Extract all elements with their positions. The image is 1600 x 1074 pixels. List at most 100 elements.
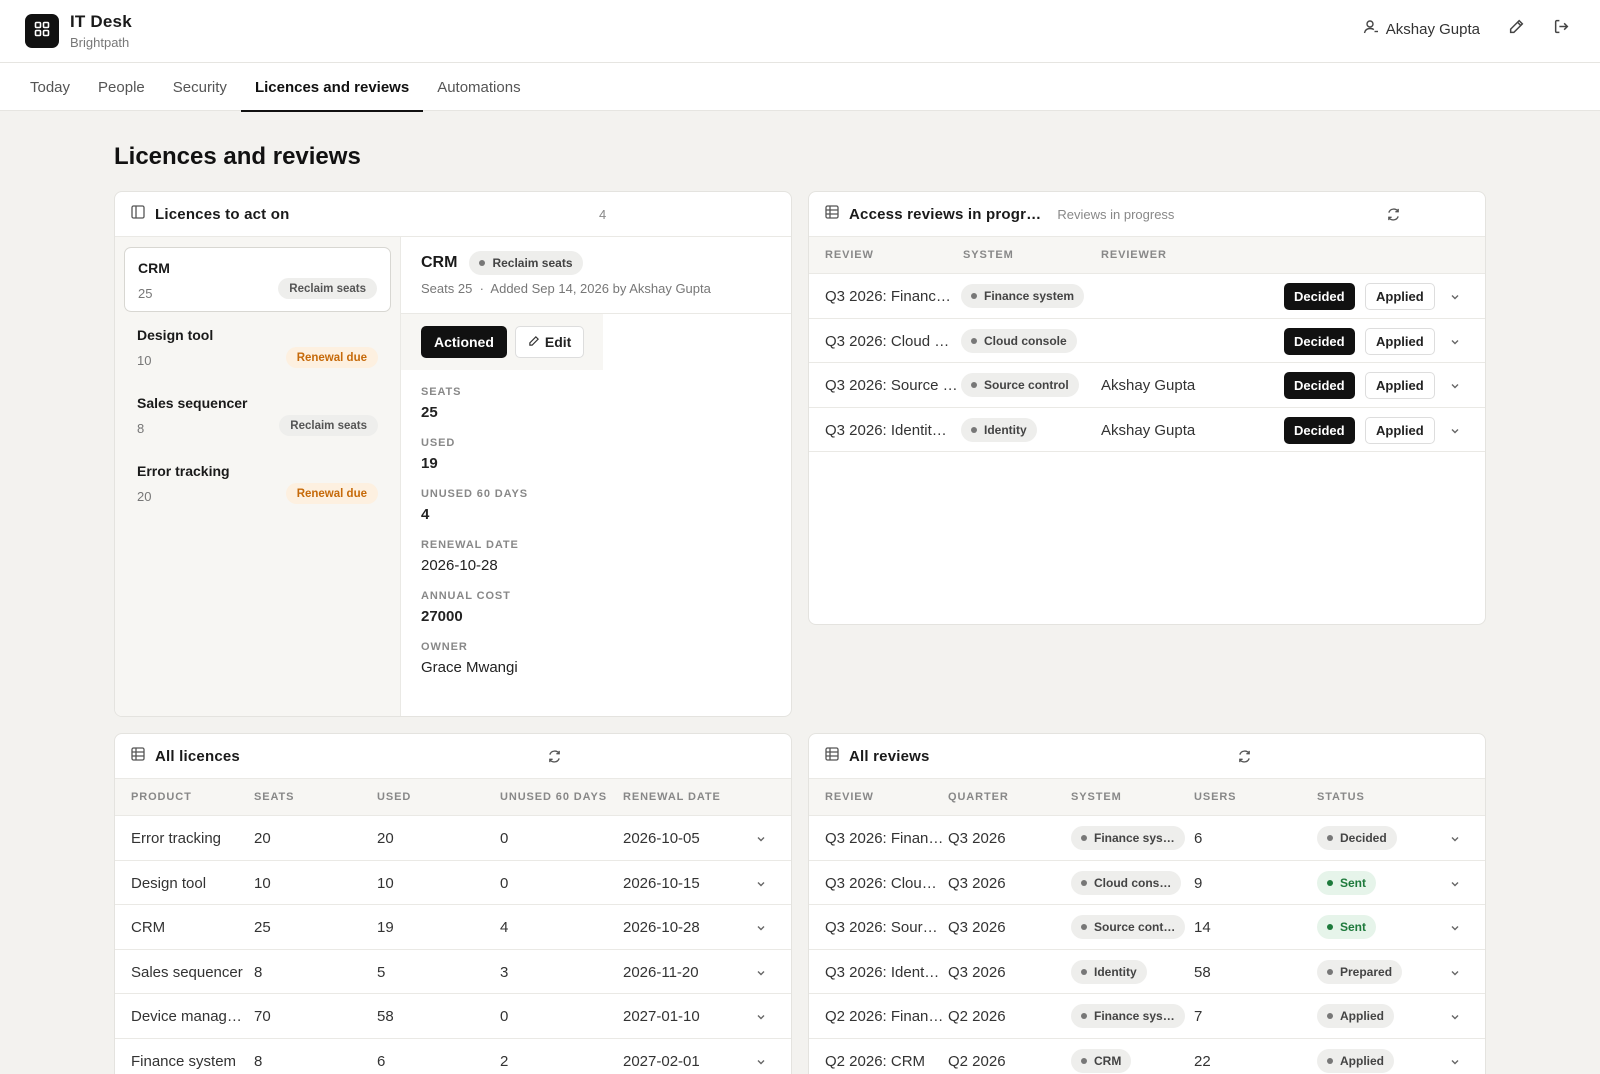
cell-review: Q2 2026: Finan… xyxy=(825,1008,944,1026)
card-subtitle: Reviews in progress xyxy=(1057,206,1175,222)
decided-button[interactable]: Decided xyxy=(1284,327,1355,355)
column-header[interactable]: REVIEW xyxy=(825,791,874,803)
column-header[interactable]: RENEWAL DATE xyxy=(623,791,721,803)
chevron-down-icon[interactable] xyxy=(1449,921,1461,939)
chevron-down-icon[interactable] xyxy=(1449,424,1461,442)
column-header[interactable]: REVIEWER xyxy=(1101,249,1167,261)
table-row[interactable]: Q3 2026: Identit… Identity Akshay Gupta Dec… xyxy=(809,408,1485,453)
list-item[interactable]: Design tool 10 Renewal due xyxy=(124,315,391,380)
status-badge: Applied xyxy=(1317,1004,1394,1029)
chevron-down-icon[interactable] xyxy=(1449,379,1461,397)
system-badge: Identity xyxy=(1071,959,1147,984)
cell-users: 9 xyxy=(1194,874,1203,892)
system-badge: CRM xyxy=(1071,1048,1132,1073)
table-row[interactable]: Design tool 10 10 0 2026-10-15 xyxy=(115,861,791,906)
actioned-button[interactable]: Actioned xyxy=(421,326,507,358)
column-header[interactable]: STATUS xyxy=(1317,791,1365,803)
table-row[interactable]: Q3 2026: Financ… Finance system Decided App… xyxy=(809,274,1485,319)
status-badge: Applied xyxy=(1317,1048,1394,1073)
cell-review: Q3 2026: Sour… xyxy=(825,919,938,937)
chevron-down-icon[interactable] xyxy=(1449,335,1461,353)
chevron-down-icon[interactable] xyxy=(1449,877,1461,895)
table-header: REVIEW QUARTER SYSTEM USERS STATUS xyxy=(809,779,1485,816)
chevron-down-icon[interactable] xyxy=(1449,1010,1461,1028)
field-label: ANNUAL COST xyxy=(421,590,511,602)
chevron-down-icon[interactable] xyxy=(755,877,767,895)
detail-added-meta: Added Sep 14, 2026 by Akshay Gupta xyxy=(490,281,711,296)
edit-profile-button[interactable] xyxy=(1508,18,1525,40)
system-badge: Finance system xyxy=(961,284,1085,308)
cell-users: 22 xyxy=(1194,1052,1211,1070)
tab-automations[interactable]: Automations xyxy=(423,63,534,111)
table-row[interactable]: Device manag… 70 58 0 2027-01-10 xyxy=(115,994,791,1039)
column-header[interactable]: USERS xyxy=(1194,791,1236,803)
chevron-down-icon[interactable] xyxy=(755,966,767,984)
chevron-down-icon[interactable] xyxy=(1449,290,1461,308)
column-header[interactable]: REVIEW xyxy=(825,249,874,261)
column-header[interactable]: SYSTEM xyxy=(963,249,1014,261)
logout-button[interactable] xyxy=(1553,18,1570,40)
column-header[interactable]: SYSTEM xyxy=(1071,791,1122,803)
table-header: PRODUCT SEATS USED UNUSED 60 DAYS RENEWA… xyxy=(115,779,791,816)
tab-people[interactable]: People xyxy=(84,63,159,111)
table-row[interactable]: Q3 2026: Clou… Q3 2026 Cloud cons… 9 Sent xyxy=(809,861,1485,906)
applied-button[interactable]: Applied xyxy=(1365,372,1435,400)
review-name: Q3 2026: Financ… xyxy=(825,288,951,305)
column-header[interactable]: USED xyxy=(377,791,411,803)
list-item[interactable]: CRM 25 Reclaim seats xyxy=(124,247,391,312)
chevron-down-icon[interactable] xyxy=(1449,1055,1461,1073)
detail-meta: Seats 25 · Added Sep 14, 2026 by Akshay … xyxy=(421,281,771,296)
column-header[interactable]: UNUSED 60 DAYS xyxy=(500,791,607,803)
tab-licences-and-reviews[interactable]: Licences and reviews xyxy=(240,63,424,112)
edit-button[interactable]: Edit xyxy=(514,326,585,358)
table-row[interactable]: Q2 2026: CRM Q2 2026 CRM 22 Applied xyxy=(809,1039,1485,1074)
tab-today[interactable]: Today xyxy=(16,63,84,111)
cell-unused: 0 xyxy=(500,830,509,847)
applied-button[interactable]: Applied xyxy=(1365,283,1435,310)
table-row[interactable]: Q2 2026: Finan… Q2 2026 Finance sys… 7 Appli… xyxy=(809,994,1485,1039)
table-row[interactable]: Q3 2026: Cloud … Cloud console Decided Appl… xyxy=(809,319,1485,364)
table-row[interactable]: Q3 2026: Ident… Q3 2026 Identity 58 Prepared xyxy=(809,950,1485,995)
chevron-down-icon[interactable] xyxy=(1449,832,1461,850)
applied-button[interactable]: Applied xyxy=(1365,416,1435,444)
cell-product: Sales sequencer xyxy=(131,963,243,981)
list-item[interactable]: Error tracking 20 Renewal due xyxy=(124,451,391,516)
table-row[interactable]: Q3 2026: Source … Source control Akshay Gu… xyxy=(809,363,1485,408)
decided-button[interactable]: Decided xyxy=(1284,416,1355,444)
user-menu[interactable]: Akshay Gupta xyxy=(1363,19,1480,39)
chevron-down-icon[interactable] xyxy=(755,1055,767,1073)
decided-button[interactable]: Decided xyxy=(1284,372,1355,400)
decided-button[interactable]: Decided xyxy=(1284,283,1355,310)
refresh-icon[interactable] xyxy=(1386,207,1401,227)
chevron-down-icon[interactable] xyxy=(755,832,767,850)
review-name: Q3 2026: Cloud … xyxy=(825,332,950,350)
table-row[interactable]: Q3 2026: Sour… Q3 2026 Source cont… 14 Sent xyxy=(809,905,1485,950)
list-item[interactable]: Sales sequencer 8 Reclaim seats xyxy=(124,383,391,448)
cell-product: Error tracking xyxy=(131,830,222,847)
edit-button-label: Edit xyxy=(544,334,572,350)
table-row[interactable]: Sales sequencer 8 5 3 2026-11-20 xyxy=(115,950,791,995)
column-header[interactable]: SEATS xyxy=(254,791,294,803)
table-row[interactable]: Error tracking 20 20 0 2026-10-05 xyxy=(115,816,791,861)
status-badge: Renewal due xyxy=(285,483,378,504)
cell-unused: 4 xyxy=(500,919,509,937)
chevron-down-icon[interactable] xyxy=(755,921,767,939)
table-row[interactable]: CRM 25 19 4 2026-10-28 xyxy=(115,905,791,950)
cell-seats: 25 xyxy=(254,919,271,937)
cell-renewal: 2026-10-15 xyxy=(623,874,700,892)
column-header[interactable]: PRODUCT xyxy=(131,791,192,803)
cell-product: Finance system xyxy=(131,1052,237,1070)
chevron-down-icon[interactable] xyxy=(1449,966,1461,984)
applied-button[interactable]: Applied xyxy=(1365,327,1435,355)
chevron-down-icon[interactable] xyxy=(755,1010,767,1028)
table-row[interactable]: Finance system 8 6 2 2027-02-01 xyxy=(115,1039,791,1074)
tab-security[interactable]: Security xyxy=(159,63,241,111)
table-row[interactable]: Q3 2026: Finan… Q3 2026 Finance sys… 6 Decid… xyxy=(809,816,1485,861)
field-label: UNUSED 60 DAYS xyxy=(421,488,528,500)
column-header[interactable]: QUARTER xyxy=(948,791,1009,803)
refresh-icon[interactable] xyxy=(547,749,562,769)
cell-review: Q2 2026: CRM xyxy=(825,1052,926,1070)
refresh-icon[interactable] xyxy=(1237,749,1252,769)
app-logo[interactable] xyxy=(25,14,59,48)
table-icon xyxy=(131,746,145,766)
